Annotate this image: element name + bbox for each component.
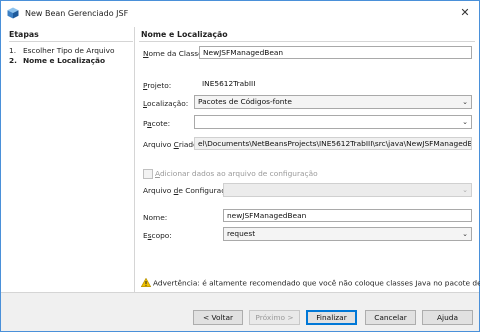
warning-text: Advertência: é altamente recomendado que…	[153, 278, 480, 288]
location-value: Pacotes de Códigos-fonte	[198, 97, 292, 106]
window-title: New Bean Gerenciado JSF	[25, 9, 129, 18]
step-item-choose-file-type: 1. Escolher Tipo de Arquivo	[9, 46, 115, 55]
project-label: Projeto:	[143, 81, 172, 90]
steps-heading: Etapas	[9, 30, 39, 39]
divider	[9, 41, 133, 42]
chevron-down-icon: ⌄	[462, 230, 468, 238]
config-file-select[interactable]: ⌄	[223, 183, 472, 197]
name-location-panel: Nome e Localização Nome da Classe: NewJS…	[139, 27, 475, 292]
step-item-name-location: 2. Nome e Localização	[9, 56, 105, 65]
name-label: Nome:	[143, 213, 168, 222]
netbeans-cube-icon	[7, 7, 19, 19]
created-file-field: el\Documents\NetBeansProjects\INE5612Tra…	[194, 137, 472, 150]
close-button[interactable]: ✕	[457, 5, 473, 21]
warning-triangle-icon	[140, 277, 152, 289]
divider	[134, 27, 135, 292]
cancel-button[interactable]: Cancelar	[365, 310, 416, 325]
button-bar: < Voltar Próximo > Finalizar Cancelar Aj…	[1, 293, 479, 331]
created-file-label: Arquivo Criado:	[143, 140, 201, 149]
step-number: 2.	[9, 56, 17, 65]
location-label: Localização:	[143, 99, 189, 108]
step-label: Escolher Tipo de Arquivo	[23, 46, 115, 55]
close-icon: ✕	[460, 6, 470, 19]
divider	[139, 41, 475, 42]
dialog-window: New Bean Gerenciado JSF ✕ Etapas 1. Escol…	[0, 0, 480, 332]
package-select[interactable]: ⌄	[194, 115, 472, 129]
package-label: Pacote:	[143, 119, 171, 128]
scope-value: request	[227, 229, 256, 238]
warning-message: Advertência: é altamente recomendado que…	[140, 277, 480, 289]
steps-sidebar: Etapas 1. Escolher Tipo de Arquivo 2. Nome…	[1, 27, 133, 292]
add-config-checkbox[interactable]	[143, 169, 153, 179]
scope-select[interactable]: request ⌄	[223, 227, 472, 241]
title-bar: New Bean Gerenciado JSF ✕	[1, 1, 479, 27]
step-label: Nome e Localização	[23, 56, 106, 65]
scope-label: Escopo:	[143, 231, 172, 240]
class-name-label: Nome da Classe:	[143, 49, 206, 58]
panel-title: Nome e Localização	[141, 30, 228, 39]
class-name-input[interactable]: NewJSFManagedBean	[199, 46, 472, 59]
finish-button[interactable]: Finalizar	[306, 310, 357, 325]
step-number: 1.	[9, 46, 17, 55]
next-button[interactable]: Próximo >	[249, 310, 300, 325]
back-button[interactable]: < Voltar	[193, 310, 243, 325]
help-button[interactable]: Ajuda	[422, 310, 473, 325]
chevron-down-icon: ⌄	[462, 186, 468, 194]
chevron-down-icon: ⌄	[462, 98, 468, 106]
add-config-label: Adicionar dados ao arquivo de configuraç…	[155, 169, 318, 178]
location-select[interactable]: Pacotes de Códigos-fonte ⌄	[194, 95, 472, 109]
chevron-down-icon: ⌄	[462, 118, 468, 126]
project-field: INE5612TrabIII	[199, 78, 472, 91]
name-input[interactable]: newJSFManagedBean	[223, 209, 472, 222]
